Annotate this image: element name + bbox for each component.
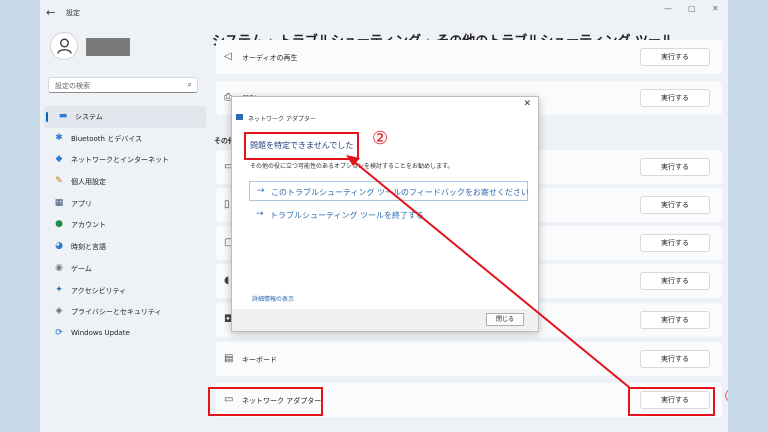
annotation-arrow <box>346 155 631 389</box>
